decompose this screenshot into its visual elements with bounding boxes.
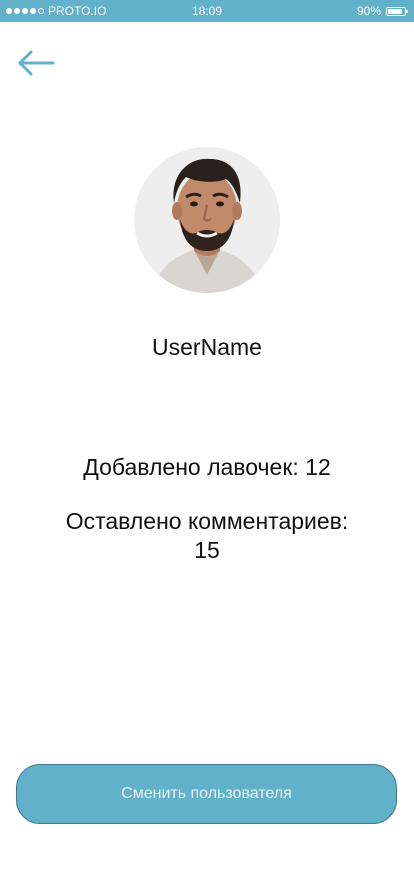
benches-added-stat: Добавлено лавочек: 12 <box>20 453 394 482</box>
status-bar: PROTO.IO 18:09 90% <box>0 0 414 22</box>
switch-user-label: Сменить пользователя <box>121 785 292 802</box>
battery-fill <box>388 8 403 14</box>
comments-left-stat: Оставлено комментариев: 15 <box>20 507 394 565</box>
benches-added-value: 12 <box>305 454 331 480</box>
switch-user-button[interactable]: Сменить пользователя <box>16 764 397 824</box>
status-time: 18:09 <box>191 4 223 18</box>
status-right: 90% <box>356 4 408 18</box>
arrow-left-icon <box>18 50 55 76</box>
profile-screen: PROTO.IO 18:09 90% UserName Добавлено ла… <box>0 0 414 896</box>
username: UserName <box>152 334 262 360</box>
battery-icon <box>386 6 408 16</box>
user-photo <box>134 147 280 293</box>
comments-left-value: 15 <box>194 537 220 563</box>
comments-left-label: Оставлено комментариев: <box>65 508 349 534</box>
back-button[interactable] <box>16 46 58 80</box>
avatar <box>134 147 280 293</box>
battery-percent: 90% <box>356 4 381 18</box>
benches-added-label: Добавлено лавочек: <box>83 454 299 480</box>
